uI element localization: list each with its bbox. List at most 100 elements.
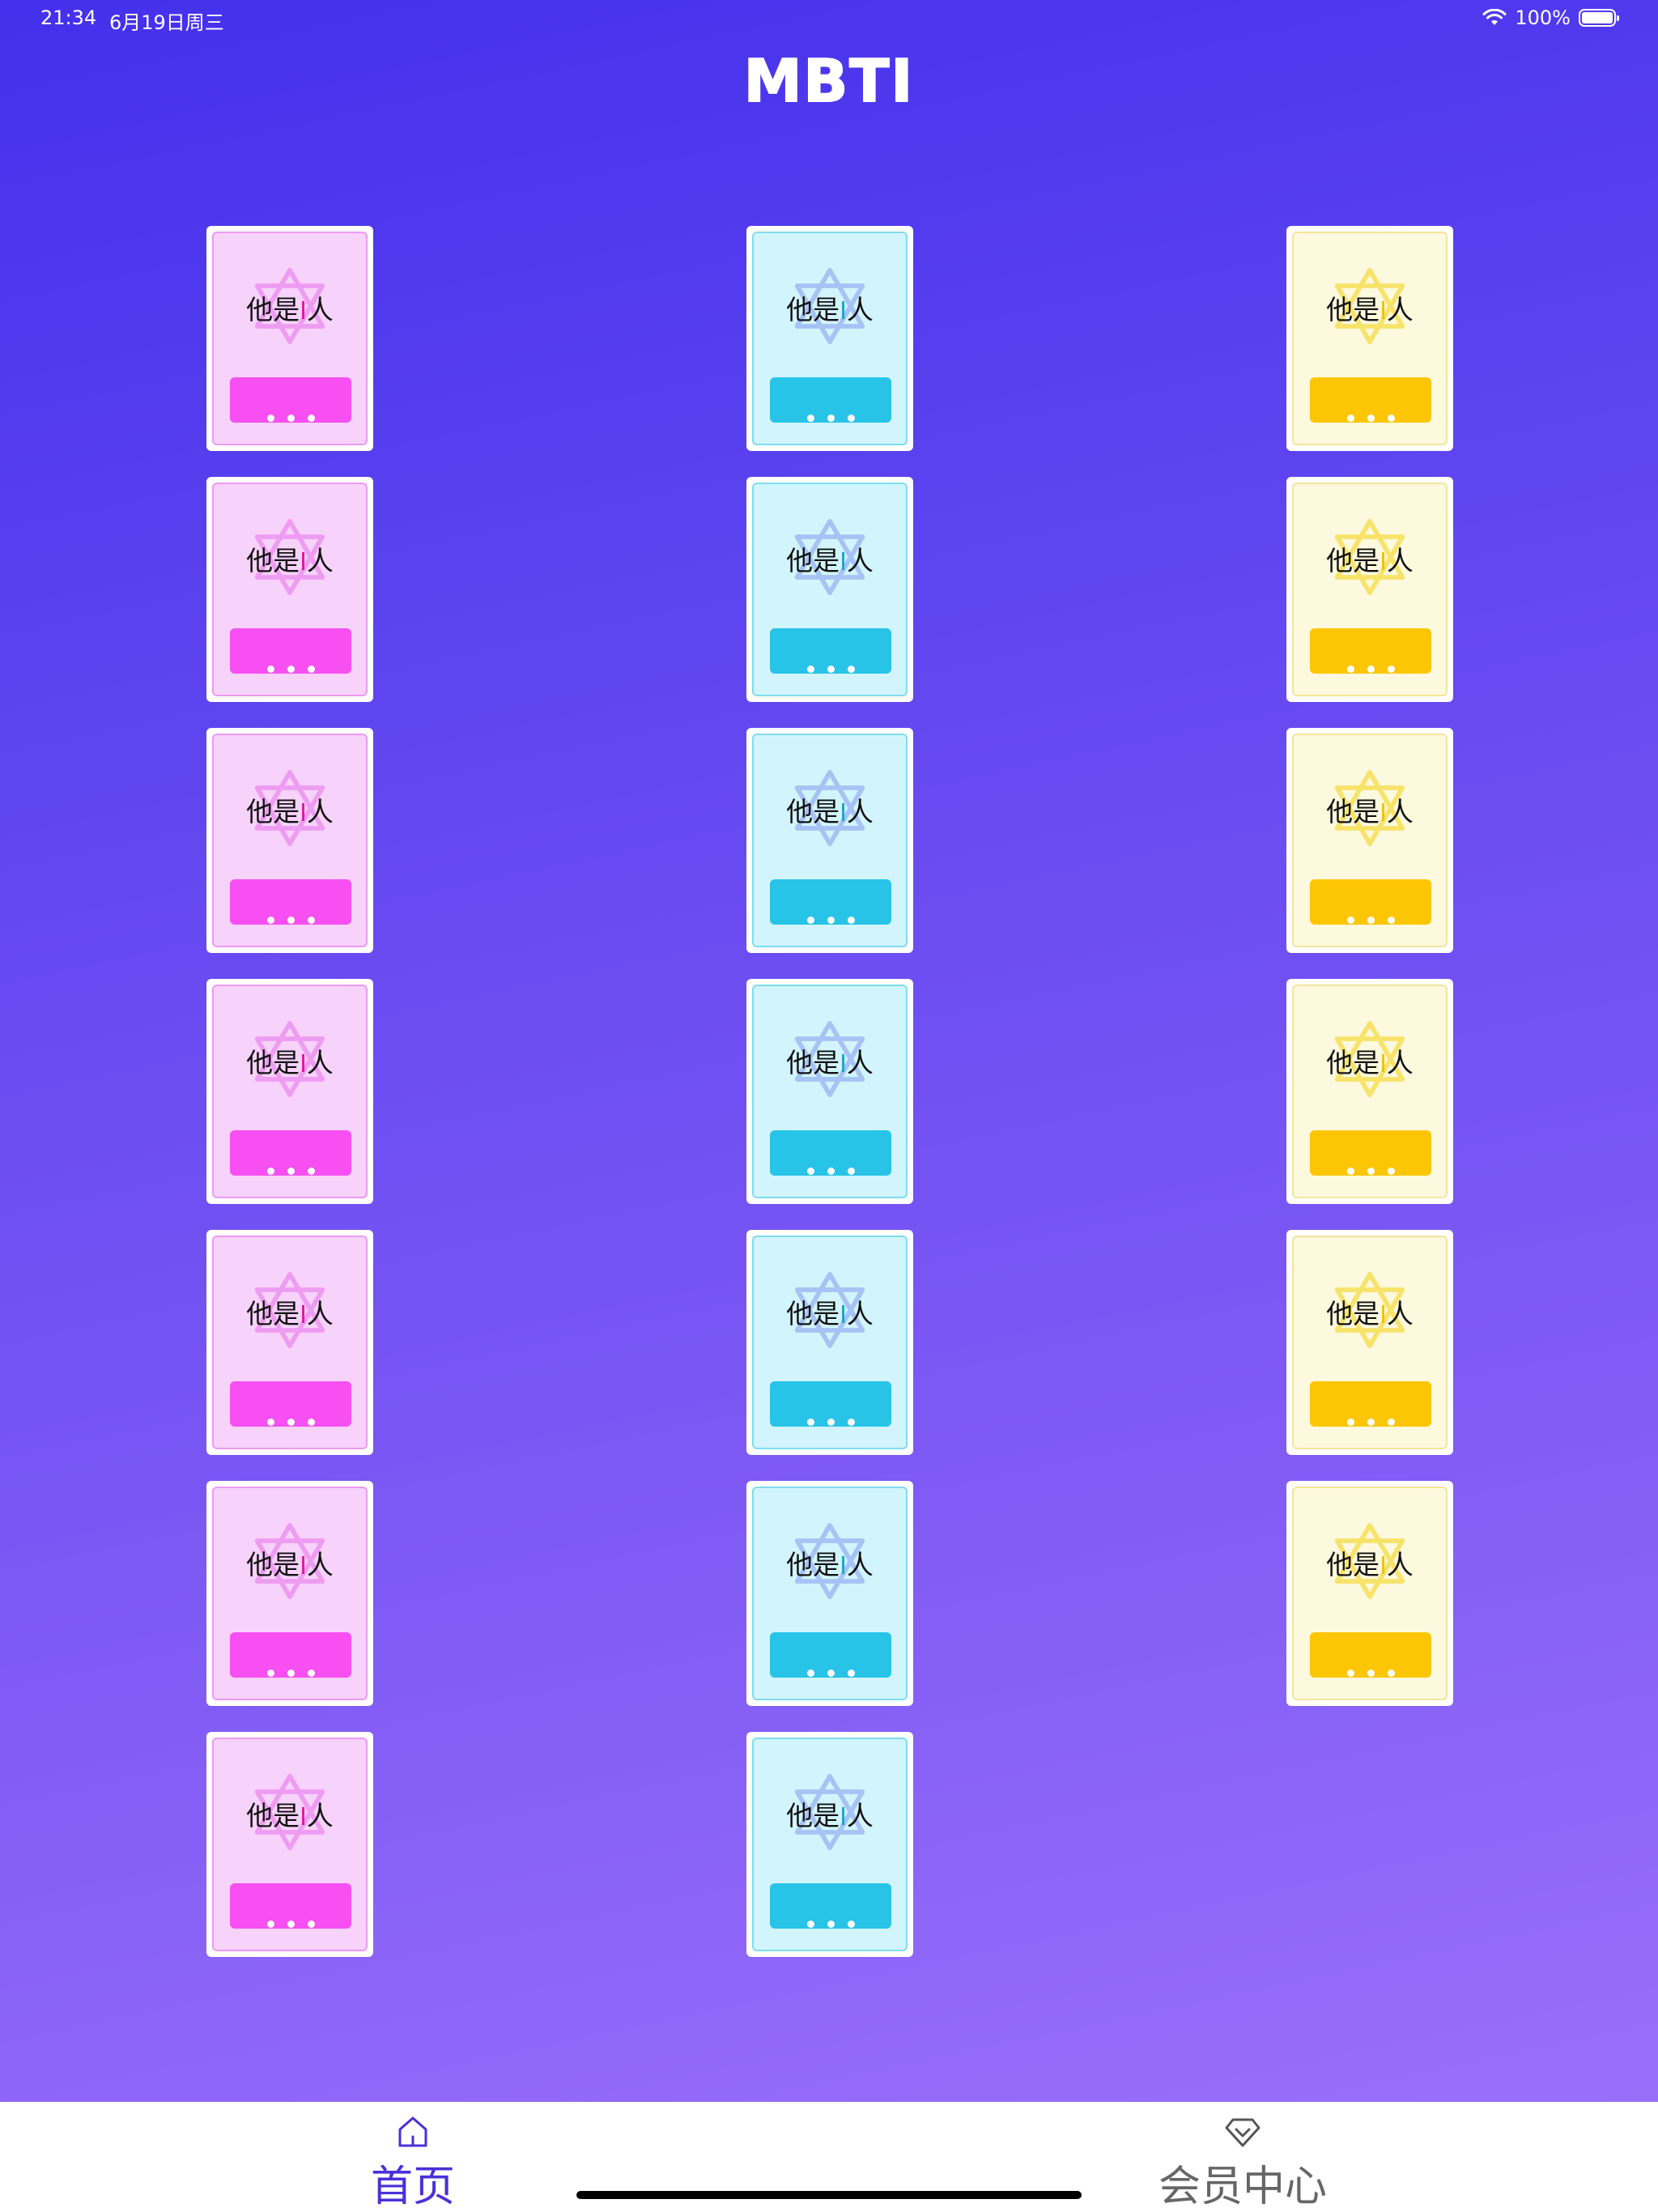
card-more-button[interactable]	[1310, 377, 1431, 423]
tab-home[interactable]: 首页	[291, 2102, 534, 2212]
mbti-card[interactable]: 他是I人	[206, 1732, 373, 1957]
card-title-letter: I	[840, 1050, 847, 1078]
card-more-button[interactable]	[1310, 1381, 1431, 1427]
card-title-letter: I	[1380, 799, 1387, 827]
dot	[266, 415, 274, 422]
more-dots-icon	[230, 1670, 351, 1678]
dot	[266, 1168, 274, 1175]
card-title-prefix: 他是	[1326, 1298, 1380, 1329]
mbti-card[interactable]: 他是I人	[1286, 477, 1453, 702]
home-icon	[398, 2116, 427, 2147]
mbti-card[interactable]: 他是I人	[1286, 728, 1453, 953]
mbti-card[interactable]: 他是I人	[1286, 1481, 1453, 1706]
card-more-button[interactable]	[1310, 628, 1431, 674]
mbti-card[interactable]: 他是I人	[1286, 979, 1453, 1204]
mbti-card[interactable]: 他是I人	[206, 477, 373, 702]
card-title-suffix: 人	[306, 545, 334, 576]
card-title-letter: I	[840, 297, 847, 325]
card-title: 他是I人	[214, 790, 366, 829]
mbti-card[interactable]: 他是I人	[206, 1481, 373, 1706]
dot	[1367, 1168, 1375, 1175]
card-face: 他是I人	[212, 985, 368, 1198]
card-title: 他是I人	[754, 1543, 906, 1582]
card-more-button[interactable]	[230, 377, 351, 423]
card-title: 他是I人	[754, 1041, 906, 1080]
dot	[806, 1419, 814, 1426]
more-dots-icon	[770, 1168, 891, 1176]
mbti-card[interactable]: 他是I人	[746, 728, 913, 953]
diamond-icon	[1225, 2118, 1261, 2147]
mbti-card[interactable]: 他是I人	[206, 979, 373, 1204]
card-title-prefix: 他是	[786, 1549, 840, 1580]
mbti-card[interactable]: 他是I人	[746, 1481, 913, 1706]
dot	[827, 666, 835, 673]
card-more-button[interactable]	[1310, 879, 1431, 925]
dot	[287, 1921, 295, 1928]
card-title-letter: I	[840, 548, 847, 576]
tab-member-center[interactable]: 会员中心	[1121, 2102, 1364, 2212]
dot	[266, 666, 274, 673]
dot	[287, 1168, 295, 1175]
card-title: 他是I人	[214, 539, 366, 578]
mbti-card[interactable]: 他是I人	[746, 226, 913, 451]
card-title-letter: I	[300, 1552, 307, 1580]
dot	[827, 1419, 835, 1426]
card-title-suffix: 人	[1386, 1549, 1414, 1580]
card-title: 他是I人	[754, 1794, 906, 1833]
dot	[307, 415, 315, 422]
card-more-button[interactable]	[770, 377, 891, 423]
mbti-card[interactable]: 他是I人	[746, 1230, 913, 1455]
home-indicator	[576, 2191, 1082, 2199]
dot	[307, 917, 315, 924]
card-face: 他是I人	[212, 483, 368, 696]
card-more-button[interactable]	[770, 1883, 891, 1929]
card-more-button[interactable]	[230, 1130, 351, 1176]
card-face: 他是I人	[1292, 985, 1448, 1198]
card-title-prefix: 他是	[246, 796, 300, 827]
card-more-button[interactable]	[1310, 1130, 1431, 1176]
dot	[287, 415, 295, 422]
card-more-button[interactable]	[770, 879, 891, 925]
card-face: 他是I人	[1292, 483, 1448, 696]
mbti-card[interactable]: 他是I人	[746, 1732, 913, 1957]
mbti-card[interactable]: 他是I人	[1286, 1230, 1453, 1455]
card-more-button[interactable]	[230, 1381, 351, 1427]
card-more-button[interactable]	[770, 1632, 891, 1678]
card-title-suffix: 人	[306, 796, 334, 827]
card-title-prefix: 他是	[246, 1800, 300, 1831]
card-more-button[interactable]	[230, 1632, 351, 1678]
card-more-button[interactable]	[770, 1130, 891, 1176]
card-more-button[interactable]	[770, 1381, 891, 1427]
card-more-button[interactable]	[770, 628, 891, 674]
dot	[827, 1921, 835, 1928]
dot	[1367, 666, 1375, 673]
dot	[307, 1419, 315, 1426]
card-title-letter: I	[1380, 1552, 1387, 1580]
card-more-button[interactable]	[230, 879, 351, 925]
more-dots-icon	[770, 1419, 891, 1427]
card-title-suffix: 人	[1386, 796, 1414, 827]
card-title: 他是I人	[1294, 790, 1446, 829]
more-dots-icon	[770, 666, 891, 674]
more-dots-icon	[770, 917, 891, 925]
mbti-card[interactable]: 他是I人	[206, 728, 373, 953]
dot	[847, 1670, 855, 1677]
dot	[847, 415, 855, 422]
mbti-card[interactable]: 他是I人	[746, 477, 913, 702]
dot	[266, 1921, 274, 1928]
mbti-card[interactable]: 他是I人	[1286, 226, 1453, 451]
more-dots-icon	[1310, 1419, 1431, 1427]
card-more-button[interactable]	[230, 1883, 351, 1929]
card-title-letter: I	[840, 1552, 847, 1580]
dot	[266, 1670, 274, 1677]
mbti-card[interactable]: 他是I人	[746, 979, 913, 1204]
mbti-card[interactable]: 他是I人	[206, 226, 373, 451]
dot	[827, 415, 835, 422]
dot	[1346, 1670, 1354, 1677]
card-more-button[interactable]	[1310, 1632, 1431, 1678]
card-face: 他是I人	[212, 1236, 368, 1449]
card-more-button[interactable]	[230, 628, 351, 674]
mbti-card[interactable]: 他是I人	[206, 1230, 373, 1455]
dot	[847, 666, 855, 673]
dot	[827, 1168, 835, 1175]
